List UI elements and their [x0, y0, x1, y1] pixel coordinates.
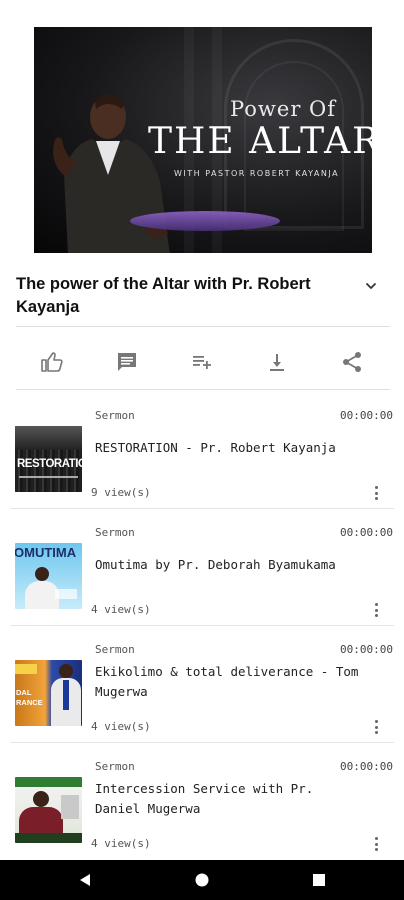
home-button[interactable] [192, 870, 212, 890]
download-button[interactable] [263, 348, 291, 376]
like-button[interactable] [38, 348, 66, 376]
duration-label: 00:00:00 [340, 760, 393, 773]
list-item[interactable]: RESTORATION Sermon 00:00:00 RESTORATION … [0, 392, 404, 509]
video-player[interactable]: Power Of The Altar WITH PASTOR ROBERT KA… [34, 27, 372, 253]
more-options-icon[interactable] [374, 720, 378, 736]
comment-icon [118, 353, 136, 371]
divider [16, 326, 390, 327]
more-options-icon[interactable] [374, 486, 378, 502]
video-title-row: The power of the Altar with Pr. Robert K… [16, 273, 388, 319]
recents-button[interactable] [309, 870, 329, 890]
views-count: 4 view(s) [91, 837, 151, 850]
add-to-playlist-button[interactable] [188, 348, 216, 376]
share-button[interactable] [338, 348, 366, 376]
video-thumbnail: RESTORATION [15, 426, 82, 492]
playlist-add-icon [193, 356, 211, 369]
divider [16, 389, 390, 390]
comment-button[interactable] [113, 348, 141, 376]
views-count: 9 view(s) [91, 486, 151, 499]
hero-subtitle: WITH PASTOR ROBERT KAYANJA [174, 169, 340, 178]
thumbnail-text: RESTORATION [17, 458, 82, 470]
back-button[interactable] [75, 870, 95, 890]
home-icon [195, 873, 209, 887]
video-title: Ekikolimo & total deliverance - Tom Muge… [95, 664, 359, 699]
pulpit [130, 211, 280, 231]
category-label: Sermon [95, 643, 135, 656]
video-thumbnail [15, 777, 82, 843]
duration-label: 00:00:00 [340, 409, 393, 422]
list-item[interactable]: Sermon 00:00:00 Intercession Service wit… [0, 743, 404, 860]
chevron-down-icon[interactable] [364, 279, 378, 293]
back-icon [80, 874, 90, 886]
more-options-icon[interactable] [374, 837, 378, 853]
video-title: Intercession Service with Pr. Daniel Mug… [95, 781, 314, 816]
views-count: 4 view(s) [91, 603, 151, 616]
video-thumbnail: OMUTIMA [15, 543, 82, 609]
category-label: Sermon [95, 760, 135, 773]
category-label: Sermon [95, 409, 135, 422]
video-title: Omutima by Pr. Deborah Byamukama [95, 557, 336, 572]
video-title: RESTORATION - Pr. Robert Kayanja [95, 440, 336, 455]
like-icon [41, 352, 63, 372]
video-title: The power of the Altar with Pr. Robert K… [16, 275, 311, 316]
hero-title-small: Power Of [230, 97, 337, 121]
list-item[interactable]: OMUTIMA Sermon 00:00:00 Omutima by Pr. D… [0, 509, 404, 626]
duration-label: 00:00:00 [340, 643, 393, 656]
system-navigation-bar [0, 860, 404, 900]
views-count: 4 view(s) [91, 720, 151, 733]
share-icon [343, 352, 361, 372]
thumbnail-text: DAL RANCE [16, 688, 43, 707]
hero-title-big: The Altar [148, 121, 372, 162]
category-label: Sermon [95, 526, 135, 539]
action-bar [16, 340, 390, 384]
download-icon [270, 354, 284, 371]
recents-icon [313, 874, 325, 886]
thumbnail-text: OMUTIMA [15, 545, 77, 560]
duration-label: 00:00:00 [340, 526, 393, 539]
more-options-icon[interactable] [374, 603, 378, 619]
video-thumbnail: DAL RANCE [15, 660, 82, 726]
list-item[interactable]: DAL RANCE Sermon 00:00:00 Ekikolimo & to… [0, 626, 404, 743]
